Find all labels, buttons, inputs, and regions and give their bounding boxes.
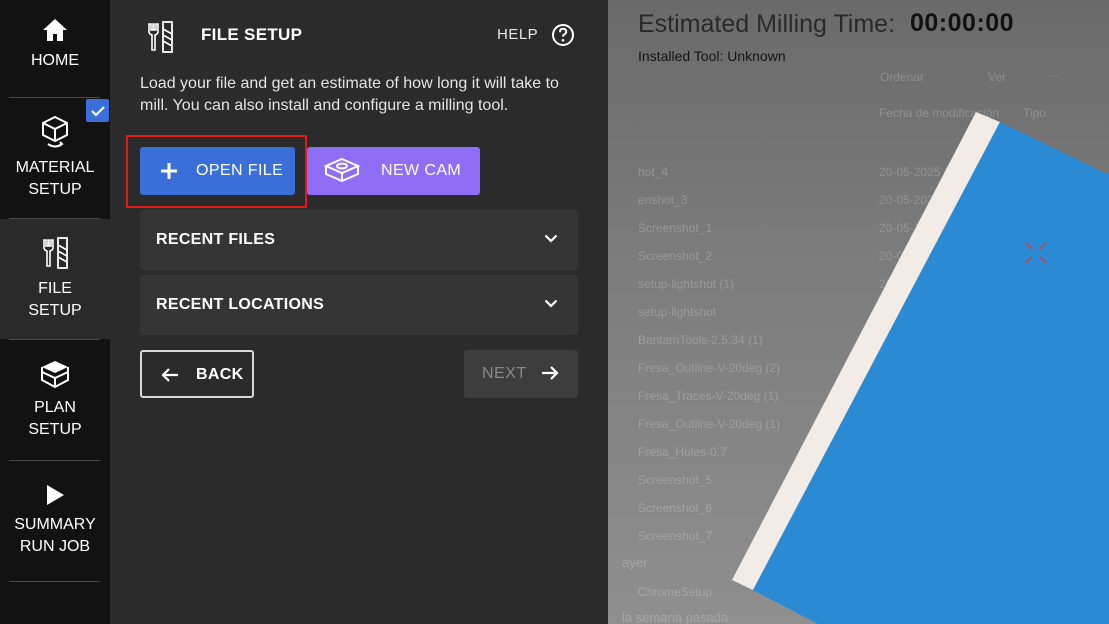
estimated-milling-time-value: 00:00:00 xyxy=(910,9,1015,37)
nav-summary-run-job[interactable]: SUMMARY RUN JOB xyxy=(0,461,110,581)
milling-preview-viewport[interactable]: Ordenar Ver ··· Fecha de modificación Ti… xyxy=(608,0,1109,624)
nav-home[interactable]: HOME xyxy=(0,0,110,97)
help-icon[interactable] xyxy=(551,23,575,47)
nav-material-label-1: MATERIAL xyxy=(15,159,95,176)
arrow-right-icon xyxy=(542,366,559,380)
file-setup-panel: FILE SETUP HELP Load your file and get a… xyxy=(110,0,608,624)
material-stock-render xyxy=(732,112,1109,624)
estimated-milling-time-label: Estimated Milling Time: xyxy=(638,10,896,38)
cam-stock-icon xyxy=(323,157,361,183)
back-button[interactable]: BACK xyxy=(140,350,254,398)
nav-plan-label-2: SETUP xyxy=(28,421,82,438)
nav-plan-label-1: PLAN xyxy=(34,399,76,416)
nav-file-setup[interactable]: FILE SETUP xyxy=(0,219,110,339)
nav-divider xyxy=(9,581,100,582)
nav-home-label: HOME xyxy=(31,51,79,69)
nav-file-label-2: SETUP xyxy=(28,302,82,319)
next-button[interactable]: NEXT xyxy=(464,350,578,398)
page-title: FILE SETUP xyxy=(201,25,303,44)
chevron-down-icon xyxy=(544,234,558,243)
back-label: BACK xyxy=(196,366,244,383)
file-tools-icon xyxy=(43,237,68,269)
recent-locations-accordion[interactable]: RECENT LOCATIONS xyxy=(140,275,578,335)
open-file-label: OPEN FILE xyxy=(196,162,284,179)
nav-plan-setup[interactable]: PLAN SETUP xyxy=(0,340,110,460)
file-tools-icon xyxy=(148,21,173,53)
home-icon xyxy=(43,18,67,41)
recent-files-label: RECENT FILES xyxy=(156,231,276,248)
plus-icon xyxy=(161,163,177,179)
installed-tool-status: Installed Tool: Unknown xyxy=(638,48,786,64)
help-link[interactable]: HELP xyxy=(497,26,538,43)
nav-summary-label-1: SUMMARY xyxy=(14,516,96,533)
recent-files-accordion[interactable]: RECENT FILES xyxy=(140,210,578,270)
play-icon xyxy=(47,485,64,505)
nav-material-label-2: SETUP xyxy=(28,181,82,198)
plan-layers-icon xyxy=(41,361,69,389)
material-box-icon xyxy=(42,115,68,148)
nav-summary-label-2: RUN JOB xyxy=(19,538,91,555)
new-cam-button[interactable]: NEW CAM xyxy=(307,147,480,195)
side-nav: HOME MATERIAL SETUP FILE SETUP PLAN SETU… xyxy=(0,0,110,624)
recent-locations-label: RECENT LOCATIONS xyxy=(156,296,325,313)
nav-file-label-1: FILE xyxy=(38,280,72,297)
material-complete-check-icon xyxy=(86,99,109,122)
open-file-button[interactable]: OPEN FILE xyxy=(140,147,295,195)
arrow-left-icon xyxy=(161,368,178,382)
new-cam-label: NEW CAM xyxy=(381,162,462,179)
panel-description: Load your file and get an estimate of ho… xyxy=(140,75,559,114)
stock-top-face xyxy=(753,122,1109,624)
chevron-down-icon xyxy=(544,299,558,308)
next-label: NEXT xyxy=(482,365,527,382)
